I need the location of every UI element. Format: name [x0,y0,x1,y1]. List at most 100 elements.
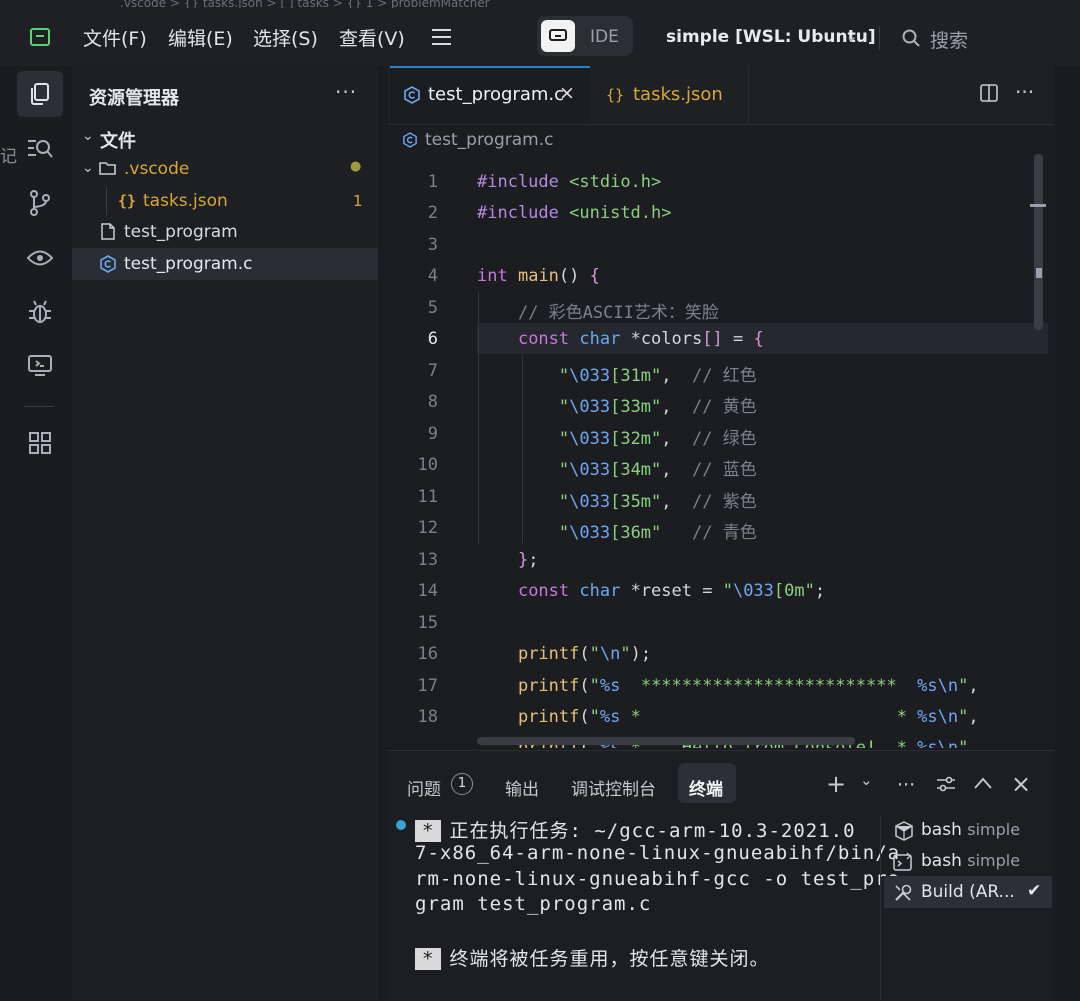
menu-view[interactable]: 查看(V) [339,24,405,51]
chevron-down-icon[interactable]: ⌄ [860,771,873,789]
c-file-icon [100,255,116,273]
terminal-list-item-2[interactable]: bash simple [921,851,1020,871]
terminal-list-item-build[interactable]: Build (AR... [921,882,1015,902]
problems-count-badge: 1 [451,773,473,795]
terminal-cwd: simple [967,820,1021,839]
terminal-text: 正在执行任务: ~/gcc-arm-10.3-2021.0 [449,820,856,842]
tab-tasks-json[interactable]: tasks.json [633,84,723,105]
tree-item-test-program-c[interactable]: test_program.c [124,254,252,274]
line-number: 8 [427,392,438,412]
line-number: 18 [417,707,438,727]
code-line: printf("%s ************************* %s\… [517,676,979,696]
panel-tab-debug-console[interactable]: 调试控制台 [571,775,656,800]
tree-item-tasks-json[interactable]: tasks.json [143,191,228,211]
line-number: 5 [427,298,438,318]
chevron-down-icon[interactable]: ⌄ [845,26,858,45]
tree-root-label[interactable]: 文件 [100,127,136,153]
explorer-activity[interactable] [17,71,63,117]
code-line: printf("%s * * %s\n", [517,707,979,727]
maximize-panel-icon[interactable] [974,777,992,789]
line-number: 1 [427,172,438,192]
search-icon[interactable] [902,29,920,47]
tab-label: test_program.c [428,84,565,105]
menu-edit[interactable]: 编辑(E) [168,24,233,51]
more-actions-icon[interactable]: ··· [897,774,915,796]
terminal-task-line: gram test_program.c [415,893,652,915]
panel-tab-terminal[interactable]: 终端 [689,775,723,800]
search-activity[interactable] [17,125,63,171]
code-line: printf("\n"); [517,644,652,664]
code-line: "\033[33m", // 黄色 [558,397,757,417]
split-editor-icon[interactable] [980,84,998,102]
line-number: 3 [427,235,438,255]
code-line: const char *colors[] = { [517,329,764,349]
code-line: int main() { [477,266,600,286]
terminal-star-badge: * [415,948,442,970]
terminal-reuse-line: * 终端将被任务重用，按任意键关闭。 [415,944,769,971]
line-number: 13 [417,550,438,570]
code-line: const char *reset = "\033[0m"; [517,581,826,601]
chevron-down-icon[interactable]: ⌄ [82,128,94,144]
horizontal-scrollbar[interactable] [477,737,855,745]
code-line: // 彩色ASCII艺术：笑脸 [517,303,719,323]
source-control-activity[interactable] [17,180,63,226]
close-icon[interactable]: × [559,82,575,104]
menu-file[interactable]: 文件(F) [83,24,147,51]
hamburger-menu-icon[interactable] [432,29,451,45]
sidebar-title: 资源管理器 [89,88,179,109]
terminal-cwd: simple [967,851,1021,870]
terminal-window-icon [893,852,912,871]
line-number: 14 [417,581,438,601]
terminal-star-badge: * [415,820,442,842]
watch-activity[interactable] [17,235,63,281]
panel-tab-output[interactable]: 输出 [505,775,539,800]
code-line: "\033[32m", // 绿色 [558,429,757,449]
search-input[interactable]: 搜索 [930,26,968,53]
line-number: 15 [417,613,438,633]
grid-icon [29,432,51,454]
folder-open-icon [99,162,116,175]
code-line: }; [517,550,539,570]
ide-label: IDE [590,27,619,47]
breadcrumb-overlay: .vscode > {} tasks.json > [ ] tasks > {}… [120,0,490,8]
panel-tab-problems[interactable]: 问题 [407,775,441,800]
tree-item-test-program[interactable]: test_program [124,222,238,242]
line-number: 17 [417,676,438,696]
remote-monitor-icon [28,355,52,376]
terminal-task-line: * 正在执行任务: ~/gcc-arm-10.3-2021.0 [415,816,856,843]
terminal-task-line: rm-none-linux-gnueabihf-gcc -o test_pro [415,868,901,890]
remote-activity[interactable] [17,343,63,389]
divider [879,26,880,50]
vertical-scrollbar[interactable] [1034,154,1043,330]
chevron-down-icon[interactable]: ⌄ [82,160,94,176]
line-number: 7 [427,361,438,381]
tree-item-vscode[interactable]: .vscode [124,159,189,179]
tree-indent-guide [106,187,107,215]
breadcrumb[interactable]: test_program.c [425,130,553,150]
sliders-icon[interactable] [936,775,956,793]
terminal-list-item-1[interactable]: bash simple [921,820,1020,840]
terminal-cube-icon [895,821,913,841]
terminal-name: bash [921,851,962,871]
divider [24,406,54,407]
terminal-task-line: 7-x86_64-arm-none-linux-gnueabihf/bin/a [415,842,901,864]
terminal-text: 终端将被任务重用，按任意键关闭。 [449,948,770,970]
check-icon: ✔ [1027,881,1042,901]
debug-activity[interactable] [17,289,63,335]
bug-icon [29,300,51,323]
more-actions-icon[interactable]: ··· [1015,80,1034,104]
close-panel-icon[interactable]: × [1011,770,1031,798]
c-file-icon [403,132,417,148]
code-line: #include <unistd.h> [477,203,672,223]
code-line: "\033[34m", // 蓝色 [558,460,757,480]
c-file-icon [404,86,420,104]
more-actions-icon[interactable]: ··· [335,80,357,104]
add-terminal-icon[interactable]: + [826,770,846,798]
divider [880,815,881,1000]
code-line: "\033[35m", // 紫色 [558,492,757,512]
line-number: 4 [427,266,438,286]
json-file-icon: {} [606,86,625,104]
menu-selection[interactable]: 选择(S) [253,24,318,51]
extensions-activity[interactable] [17,420,63,466]
line-number: 6 [427,329,438,349]
